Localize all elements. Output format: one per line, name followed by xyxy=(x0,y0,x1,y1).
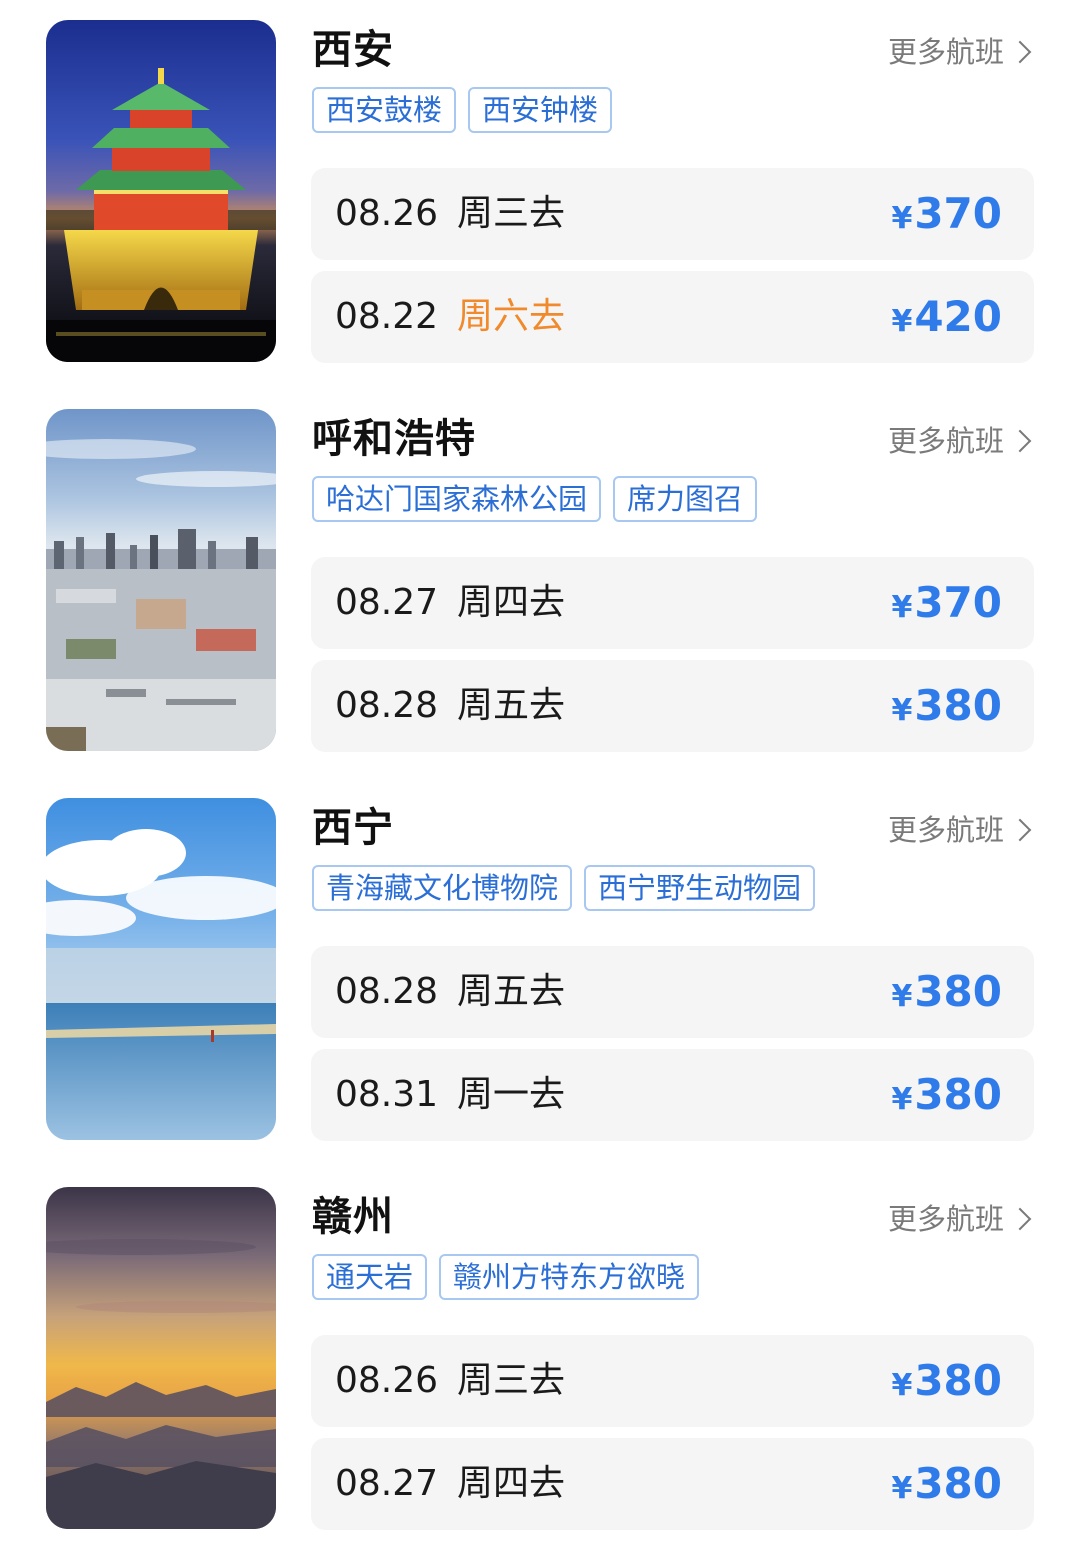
flight-price: ¥370 xyxy=(891,557,1002,654)
chevron-right-icon xyxy=(1008,429,1032,453)
xian-bell-tower-image xyxy=(46,20,276,362)
destination-image[interactable] xyxy=(46,409,276,751)
ganzhou-sunset-image xyxy=(46,1187,276,1529)
destination-image[interactable] xyxy=(46,798,276,1140)
flight-option[interactable]: 08.22 周六去 ¥420 xyxy=(311,271,1034,363)
flight-price: ¥380 xyxy=(891,1335,1002,1432)
flight-option[interactable]: 08.26 周三去 ¥380 xyxy=(311,1335,1034,1427)
flight-option[interactable]: 08.26 周三去 ¥370 xyxy=(311,168,1034,260)
currency-symbol: ¥ xyxy=(891,590,913,625)
attraction-tag[interactable]: 青海藏文化博物院 xyxy=(312,865,573,911)
attraction-tags: 西安鼓楼 西安钟楼 xyxy=(312,87,613,133)
flight-weekday: 周一去 xyxy=(457,1074,566,1115)
price-amount: 380 xyxy=(914,967,1002,1016)
city-name: 赣州 xyxy=(312,1194,394,1240)
flight-option[interactable]: 08.31 周一去 ¥380 xyxy=(311,1049,1034,1141)
xining-lake-image xyxy=(46,798,276,1140)
flight-price: ¥380 xyxy=(891,660,1002,757)
currency-symbol: ¥ xyxy=(891,1082,913,1117)
flight-option[interactable]: 08.28 周五去 ¥380 xyxy=(311,946,1034,1038)
flight-date: 08.27 xyxy=(335,582,439,623)
city-name: 西宁 xyxy=(312,805,394,851)
price-amount: 370 xyxy=(914,578,1002,627)
chevron-right-icon xyxy=(1008,818,1032,842)
flight-price: ¥380 xyxy=(891,1438,1002,1535)
flight-date: 08.26 xyxy=(335,193,439,234)
price-amount: 370 xyxy=(914,189,1002,238)
city-name: 呼和浩特 xyxy=(312,416,476,462)
currency-symbol: ¥ xyxy=(891,979,913,1014)
flight-price: ¥370 xyxy=(891,168,1002,265)
flight-date: 08.28 xyxy=(335,971,439,1012)
flight-price: ¥380 xyxy=(891,946,1002,1043)
currency-symbol: ¥ xyxy=(891,201,913,236)
chevron-right-icon xyxy=(1008,1207,1032,1231)
attraction-tag[interactable]: 哈达门国家森林公园 xyxy=(312,476,602,522)
flight-option[interactable]: 08.28 周五去 ¥380 xyxy=(311,660,1034,752)
flight-weekday: 周三去 xyxy=(457,193,566,234)
more-flights-link[interactable]: 更多航班 xyxy=(887,421,1032,461)
flight-weekday: 周三去 xyxy=(457,1360,566,1401)
destination-card-xining: 西宁 更多航班 青海藏文化博物院 西宁野生动物园 08.28 周五去 ¥380 … xyxy=(0,798,1080,1142)
more-flights-link[interactable]: 更多航班 xyxy=(887,810,1032,850)
destination-list: 西安 更多航班 西安鼓楼 西安钟楼 08.26 周三去 ¥370 08.22 周… xyxy=(0,0,1080,1559)
flight-weekday: 周四去 xyxy=(457,582,566,623)
flight-weekday: 周六去 xyxy=(457,296,566,337)
flight-weekday: 周五去 xyxy=(457,685,566,726)
price-amount: 420 xyxy=(914,292,1002,341)
more-flights-link[interactable]: 更多航班 xyxy=(887,32,1032,72)
hohhot-city-image xyxy=(46,409,276,751)
more-flights-link[interactable]: 更多航班 xyxy=(887,1199,1032,1239)
flight-weekday: 周五去 xyxy=(457,971,566,1012)
attraction-tag[interactable]: 西宁野生动物园 xyxy=(584,865,816,911)
currency-symbol: ¥ xyxy=(891,1471,913,1506)
attraction-tag[interactable]: 通天岩 xyxy=(312,1254,428,1300)
destination-card-xian: 西安 更多航班 西安鼓楼 西安钟楼 08.26 周三去 ¥370 08.22 周… xyxy=(0,20,1080,364)
flight-option[interactable]: 08.27 周四去 ¥380 xyxy=(311,1438,1034,1530)
flight-date: 08.26 xyxy=(335,1360,439,1401)
currency-symbol: ¥ xyxy=(891,693,913,728)
destination-card-ganzhou: 赣州 更多航班 通天岩 赣州方特东方欲晓 08.26 周三去 ¥380 08.2… xyxy=(0,1187,1080,1531)
more-flights-label: 更多航班 xyxy=(887,35,1004,69)
destination-card-hohhot: 呼和浩特 更多航班 哈达门国家森林公园 席力图召 08.27 周四去 ¥370 … xyxy=(0,409,1080,753)
attraction-tag[interactable]: 赣州方特东方欲晓 xyxy=(439,1254,700,1300)
flight-date: 08.28 xyxy=(335,685,439,726)
attraction-tags: 通天岩 赣州方特东方欲晓 xyxy=(312,1254,700,1300)
price-amount: 380 xyxy=(914,1459,1002,1508)
flight-price: ¥380 xyxy=(891,1049,1002,1146)
attraction-tag[interactable]: 西安钟楼 xyxy=(468,87,613,133)
flight-date: 08.22 xyxy=(335,296,439,337)
flight-date: 08.27 xyxy=(335,1463,439,1504)
attraction-tags: 青海藏文化博物院 西宁野生动物园 xyxy=(312,865,816,911)
destination-image[interactable] xyxy=(46,1187,276,1529)
price-amount: 380 xyxy=(914,681,1002,730)
more-flights-label: 更多航班 xyxy=(887,424,1004,458)
currency-symbol: ¥ xyxy=(891,304,913,339)
city-name: 西安 xyxy=(312,27,394,73)
more-flights-label: 更多航班 xyxy=(887,813,1004,847)
destination-image[interactable] xyxy=(46,20,276,362)
flight-weekday: 周四去 xyxy=(457,1463,566,1504)
attraction-tags: 哈达门国家森林公园 席力图召 xyxy=(312,476,758,522)
flight-date: 08.31 xyxy=(335,1074,439,1115)
attraction-tag[interactable]: 西安鼓楼 xyxy=(312,87,457,133)
flight-price: ¥420 xyxy=(891,271,1002,368)
flight-option[interactable]: 08.27 周四去 ¥370 xyxy=(311,557,1034,649)
price-amount: 380 xyxy=(914,1070,1002,1119)
price-amount: 380 xyxy=(914,1356,1002,1405)
more-flights-label: 更多航班 xyxy=(887,1202,1004,1236)
currency-symbol: ¥ xyxy=(891,1368,913,1403)
attraction-tag[interactable]: 席力图召 xyxy=(613,476,758,522)
chevron-right-icon xyxy=(1008,40,1032,64)
